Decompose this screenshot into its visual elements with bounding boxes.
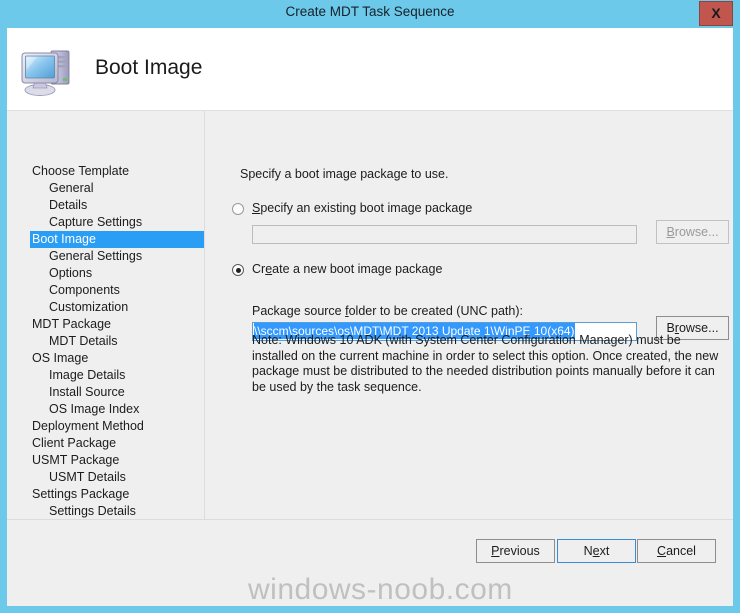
browse-existing-button[interactable]: Browse... [656, 220, 729, 244]
sidebar-item-settings-package[interactable]: Settings Package [7, 486, 204, 503]
sidebar-item-settings-details[interactable]: Settings Details [7, 503, 204, 520]
sidebar-item-boot-image[interactable]: Boot Image [30, 231, 204, 248]
sidebar-item-mdt-package[interactable]: MDT Package [7, 316, 204, 333]
label-part-after: rowse... [674, 225, 719, 239]
sidebar-item-choose-template[interactable]: Choose Template [7, 163, 204, 180]
note-text: Note: Windows 10 ADK (with System Center… [252, 333, 719, 394]
window-frame: Boot Image Choose Template General Details… [7, 28, 733, 606]
sidebar-item-general[interactable]: General [7, 180, 204, 197]
close-button[interactable]: X [699, 1, 733, 26]
sidebar-item-details[interactable]: Details [7, 197, 204, 214]
sidebar-item-general-settings[interactable]: General Settings [7, 248, 204, 265]
radio-label-existing: Specify an existing boot image package [252, 201, 472, 215]
sidebar-item-options[interactable]: Options [7, 265, 204, 282]
existing-package-input[interactable] [252, 225, 637, 244]
sidebar-item-os-image-index[interactable]: OS Image Index [7, 401, 204, 418]
sidebar-item-usmt-package[interactable]: USMT Package [7, 452, 204, 469]
label-part-after: ate a new boot image package [272, 262, 443, 276]
label-part-after: pecify an existing boot image package [260, 201, 473, 215]
header-band: Boot Image [7, 28, 733, 111]
radio-circle-existing[interactable] [232, 203, 244, 215]
label-part-after: revious [499, 544, 540, 558]
sidebar-item-customization[interactable]: Customization [7, 299, 204, 316]
accelerator-key: P [491, 544, 500, 558]
footer-bar: Previous Next Cancel [7, 519, 733, 606]
accelerator-key: B [666, 225, 675, 239]
label-part-after: older to be created (UNC path): [348, 304, 523, 318]
accelerator-key: e [592, 544, 600, 558]
page-title: Boot Image [95, 56, 203, 79]
computer-icon [19, 44, 81, 98]
sidebar-item-components[interactable]: Components [7, 282, 204, 299]
previous-button[interactable]: Previous [476, 539, 555, 563]
label-part-after: ancel [666, 544, 696, 558]
title-bar: Create MDT Task Sequence X [0, 0, 740, 28]
next-button[interactable]: Next [557, 539, 636, 563]
sidebar-item-mdt-details[interactable]: MDT Details [7, 333, 204, 350]
create-mdt-task-sequence-dialog: Create MDT Task Sequence X Boot Image Ch… [0, 0, 740, 613]
sidebar-item-usmt-details[interactable]: USMT Details [7, 469, 204, 486]
sidebar-item-image-details[interactable]: Image Details [7, 367, 204, 384]
sidebar-item-deployment-method[interactable]: Deployment Method [7, 418, 204, 435]
label-part-before: Cr [252, 262, 266, 276]
unc-path-label: Package source folder to be created (UNC… [252, 304, 523, 318]
window-title: Create MDT Task Sequence [285, 4, 455, 19]
label-part-before: Package source [252, 304, 346, 318]
radio-circle-new[interactable] [232, 264, 244, 276]
label-part-before: N [583, 544, 593, 558]
cancel-button[interactable]: Cancel [637, 539, 716, 563]
sidebar-item-client-package[interactable]: Client Package [7, 435, 204, 452]
radio-label-new: Create a new boot image package [252, 262, 442, 276]
close-icon: X [711, 5, 721, 21]
label-part-after: xt [599, 544, 610, 558]
sidebar-item-install-source[interactable]: Install Source [7, 384, 204, 401]
sidebar-item-os-image[interactable]: OS Image [7, 350, 204, 367]
sidebar-item-capture-settings[interactable]: Capture Settings [7, 214, 204, 231]
accelerator-key: C [657, 544, 667, 558]
intro-text: Specify a boot image package to use. [240, 167, 449, 181]
